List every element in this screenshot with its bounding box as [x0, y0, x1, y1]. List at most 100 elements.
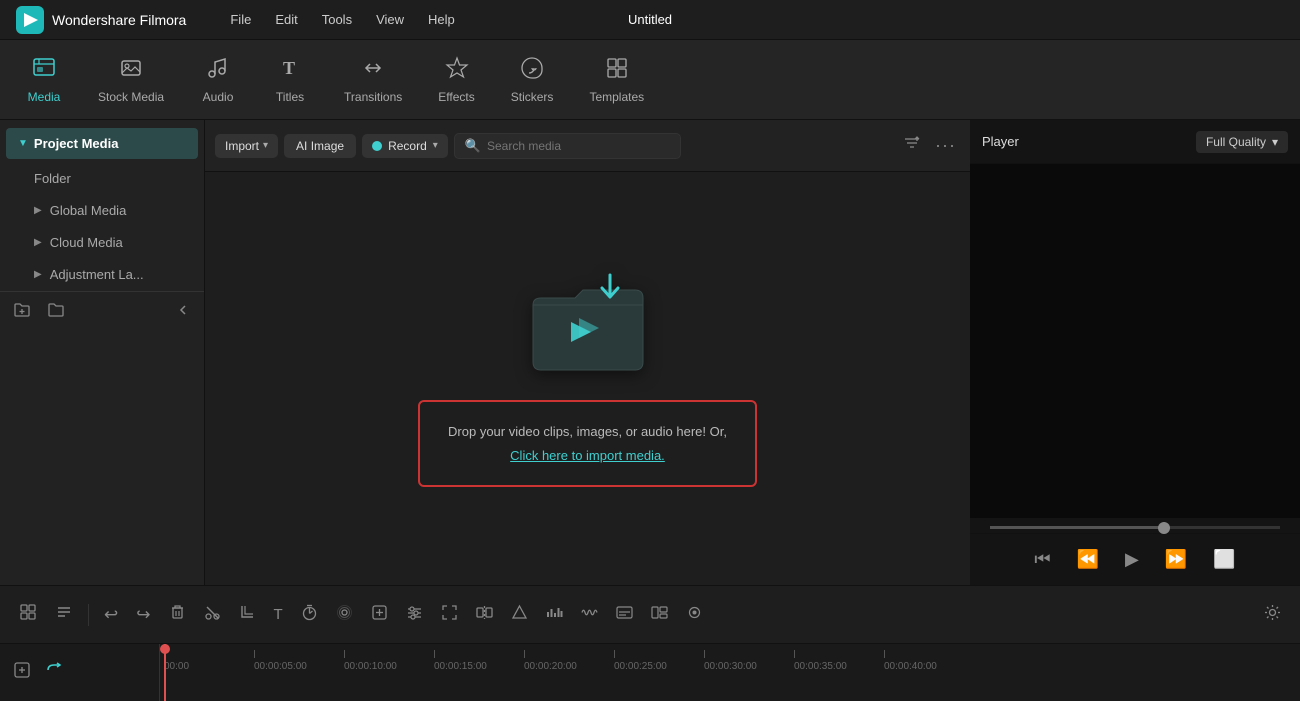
- menu-edit[interactable]: Edit: [263, 8, 309, 31]
- sidebar-add-folder-btn[interactable]: [10, 298, 34, 327]
- menu-help[interactable]: Help: [416, 8, 467, 31]
- player-step-back-btn[interactable]: ⏪: [1069, 545, 1107, 574]
- title-bar: Wondershare Filmora File Edit Tools View…: [0, 0, 1300, 40]
- import-chevron-icon: ▾: [263, 140, 268, 151]
- timeline: 00:00 00:00:05:00 00:00:10:00 00:00:15:0…: [0, 643, 1300, 701]
- menu-file[interactable]: File: [218, 8, 263, 31]
- color-btn[interactable]: [504, 600, 535, 630]
- quality-label: Full Quality: [1206, 135, 1266, 149]
- playhead[interactable]: [164, 644, 166, 701]
- project-media-header[interactable]: ▼ Project Media: [6, 128, 198, 159]
- tab-stickers-label: Stickers: [511, 90, 554, 104]
- record-label: Record: [388, 139, 427, 153]
- cut-btn[interactable]: [197, 600, 228, 630]
- grid-view-btn[interactable]: [12, 599, 44, 630]
- trim-btn[interactable]: [48, 599, 80, 630]
- player-canvas: [970, 164, 1300, 518]
- drop-message-box: Drop your video clips, images, or audio …: [418, 400, 757, 487]
- tab-audio[interactable]: Audio: [182, 48, 254, 112]
- crop-btn[interactable]: [232, 600, 263, 630]
- timeline-loop-btn[interactable]: [42, 658, 66, 687]
- tab-titles[interactable]: T Titles: [254, 48, 326, 112]
- subtitle-btn[interactable]: [609, 600, 640, 630]
- sidebar-open-folder-btn[interactable]: [44, 298, 68, 327]
- import-button[interactable]: Import ▾: [215, 134, 278, 158]
- tab-effects[interactable]: Effects: [420, 48, 492, 112]
- transitions-tab-icon: [361, 56, 385, 84]
- record-button[interactable]: Record ▾: [362, 134, 448, 158]
- cloud-media-arrow: ▶: [34, 237, 42, 248]
- bottom-toolbar: ↩ ↪ T: [0, 585, 1300, 643]
- redo-btn[interactable]: ↪: [129, 601, 157, 629]
- tab-stock-media-label: Stock Media: [98, 90, 164, 104]
- audio-tab-icon: [206, 56, 230, 84]
- player-prev-btn[interactable]: ⏮: [1026, 545, 1058, 574]
- player-header: Player Full Quality ▾: [970, 120, 1300, 164]
- project-media-arrow: ▼: [18, 138, 28, 149]
- sidebar: ▼ Project Media Folder ▶ Global Media ▶ …: [0, 120, 205, 585]
- ruler-mark-4: 00:00:20:00: [524, 650, 614, 672]
- freeze-btn[interactable]: [364, 600, 395, 630]
- content-area: Import ▾ AI Image Record ▾ 🔍: [205, 120, 970, 585]
- import-link[interactable]: Click here to import media.: [448, 444, 727, 467]
- ruler-mark-8: 00:00:40:00: [884, 650, 974, 672]
- zoom-btn[interactable]: [434, 600, 465, 630]
- sidebar-collapse-btn[interactable]: [172, 299, 194, 326]
- more-options-button[interactable]: ···: [931, 131, 960, 160]
- equalizer-btn[interactable]: [539, 600, 570, 630]
- split-btn[interactable]: [469, 600, 500, 630]
- undo-btn[interactable]: ↩: [97, 601, 125, 629]
- sidebar-item-adjustment-layer[interactable]: ▶ Adjustment La...: [6, 259, 198, 290]
- timeline-ruler[interactable]: 00:00 00:00:05:00 00:00:10:00 00:00:15:0…: [160, 644, 1300, 701]
- nav-tabs: Media Stock Media Audio T Titles: [0, 40, 1300, 120]
- drop-zone[interactable]: Drop your video clips, images, or audio …: [205, 172, 970, 585]
- ruler-mark-2: 00:00:10:00: [344, 650, 434, 672]
- sidebar-item-global-media[interactable]: ▶ Global Media: [6, 195, 198, 226]
- quality-dropdown[interactable]: Full Quality ▾: [1196, 131, 1288, 153]
- scrubber-row[interactable]: [970, 518, 1300, 533]
- player-scrubber[interactable]: [990, 526, 1280, 529]
- player-fullscreen-btn[interactable]: ⬜: [1205, 545, 1243, 574]
- tab-transitions[interactable]: Transitions: [326, 48, 420, 112]
- folder-illustration: [523, 270, 653, 380]
- toolbar-divider-1: [88, 604, 89, 626]
- scrubber-thumb[interactable]: [1158, 522, 1170, 534]
- menu-tools[interactable]: Tools: [310, 8, 364, 31]
- delete-btn[interactable]: [162, 600, 193, 630]
- scrubber-fill: [990, 526, 1164, 529]
- record-dot-icon: [372, 141, 382, 151]
- adjust-btn[interactable]: [399, 600, 430, 630]
- tab-titles-label: Titles: [276, 90, 304, 104]
- ruler-mark-6: 00:00:30:00: [704, 650, 794, 672]
- timeline-ruler-marks: 00:00 00:00:05:00 00:00:10:00 00:00:15:0…: [160, 644, 1300, 701]
- settings-btn[interactable]: [1257, 600, 1288, 630]
- ripple-btn[interactable]: [329, 600, 360, 630]
- tab-media[interactable]: Media: [8, 48, 80, 112]
- svg-text:T: T: [283, 58, 295, 78]
- player-panel: Player Full Quality ▾ ⏮ ⏪ ▶ ⏩ ⬜: [970, 120, 1300, 585]
- sidebar-item-cloud-media[interactable]: ▶ Cloud Media: [6, 227, 198, 258]
- content-toolbar: Import ▾ AI Image Record ▾ 🔍: [205, 120, 970, 172]
- media-tab-icon: [32, 56, 56, 84]
- titles-tab-icon: T: [278, 56, 302, 84]
- tab-templates[interactable]: Templates: [571, 48, 662, 112]
- ai-image-button[interactable]: AI Image: [284, 134, 356, 158]
- transform-btn[interactable]: [679, 600, 710, 630]
- menu-view[interactable]: View: [364, 8, 416, 31]
- search-input[interactable]: [487, 139, 670, 153]
- timer-btn[interactable]: [294, 600, 325, 630]
- timeline-add-track-btn[interactable]: [10, 658, 34, 687]
- audio-wave-btn[interactable]: [574, 600, 605, 630]
- scene-btn[interactable]: [644, 600, 675, 630]
- text-btn[interactable]: T: [267, 602, 290, 627]
- filter-sort-button[interactable]: [899, 130, 925, 161]
- ruler-mark-5: 00:00:25:00: [614, 650, 704, 672]
- sidebar-item-folder[interactable]: Folder: [6, 163, 198, 194]
- search-box[interactable]: 🔍: [454, 133, 682, 159]
- player-play-btn[interactable]: ▶: [1117, 545, 1147, 574]
- tab-stock-media[interactable]: Stock Media: [80, 48, 182, 112]
- tab-stickers[interactable]: Stickers: [493, 48, 572, 112]
- player-forward-btn[interactable]: ⏩: [1157, 545, 1195, 574]
- import-label: Import: [225, 139, 259, 153]
- global-media-arrow: ▶: [34, 205, 42, 216]
